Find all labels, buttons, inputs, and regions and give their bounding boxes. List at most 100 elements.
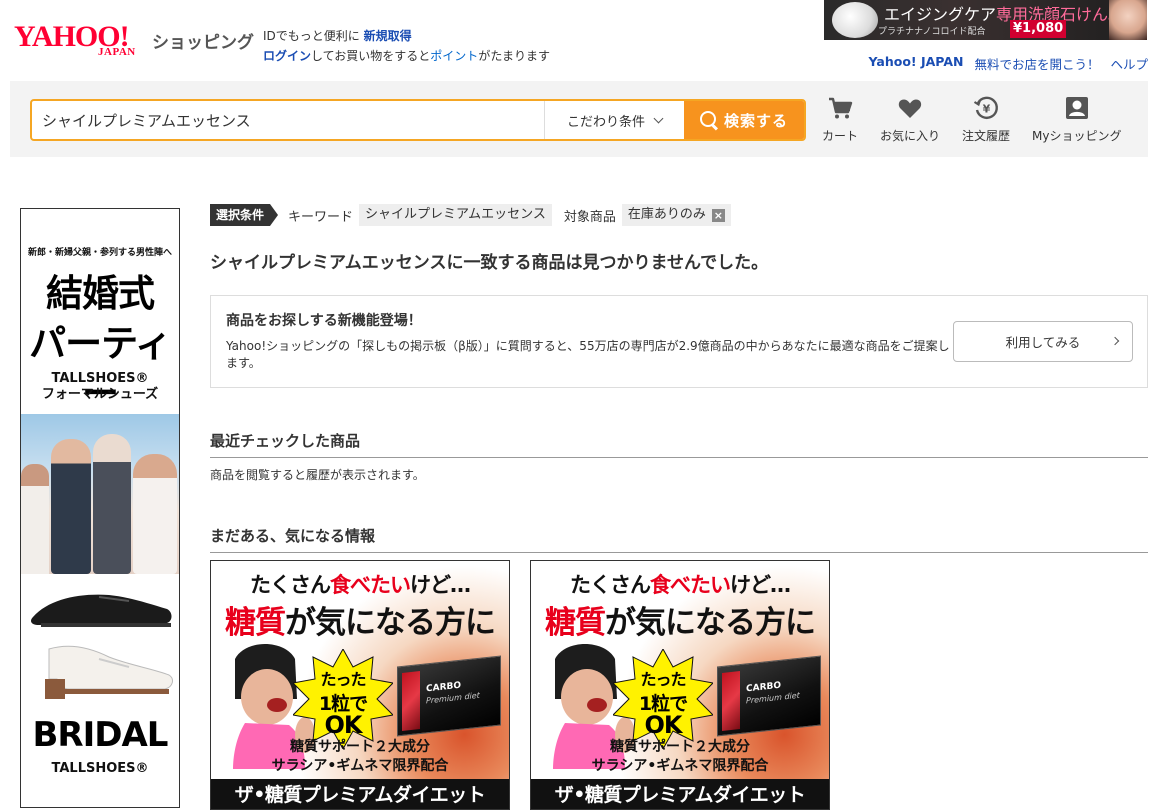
target-label: 対象商品: [563, 209, 616, 225]
logo-japan-text: JAPAN: [98, 46, 136, 58]
soap-foam-image: [832, 2, 878, 38]
side-banner-brand: TALLSHOES® フォーマルシューズ: [21, 371, 179, 403]
ad-line3-1: 糖質サポート２大成分: [610, 739, 750, 755]
nav-cart[interactable]: カート: [822, 95, 858, 144]
ad-line2: 糖質が気になる方に: [531, 597, 829, 642]
nav-order-history-label: 注文履歴: [962, 129, 1011, 143]
ad-line2: 糖質が気になる方に: [211, 597, 509, 642]
side-banner-bridal: BRIDAL: [32, 715, 169, 755]
remove-condition-icon[interactable]: ×: [711, 208, 725, 222]
ad-footer: ザ•糖質プレミアムダイエット: [211, 779, 509, 809]
nav-cart-label: カート: [822, 129, 859, 143]
recent-items-heading: 最近チェックした商品: [210, 430, 1148, 458]
header-nav: カート お気に入り ¥ 注文履歴 Myショッピング: [822, 95, 1144, 144]
conditions-tag: 選択条件: [210, 204, 279, 226]
header-info-line2: ログインしてお買い物をするとポイントがたまります: [263, 46, 550, 66]
points-link[interactable]: ポイント: [430, 49, 478, 63]
nav-order-history[interactable]: ¥ 注文履歴: [962, 95, 1010, 144]
ad-line3-1: 糖質サポート２大成分: [290, 739, 430, 755]
one-pill-burst: たった 1粒で OK: [613, 649, 713, 749]
ad-line1-c: けど…: [730, 573, 791, 597]
father-figure: [93, 434, 131, 574]
header-info: IDでもっと便利に 新規取得 ログインしてお買い物をするとポイントがたまります: [263, 26, 550, 66]
recent-items-empty-text: 商品を閲覧すると履歴が表示されます。: [210, 468, 425, 482]
one-pill-burst: たった 1粒で OK: [293, 649, 393, 749]
heart-icon: [897, 95, 923, 121]
nav-favorites-label: お気に入り: [880, 129, 941, 143]
side-banner-tallshoes: TALLSHOES®: [51, 761, 149, 776]
bride-figure: [133, 454, 177, 574]
new-feature-promo: 商品をお探しする新機能登場！ Yahoo!ショッピングの「探しもの掲示板（β版）…: [210, 295, 1148, 388]
help-link[interactable]: ヘルプ: [1110, 54, 1148, 73]
side-banner-headline-2: パーティー: [29, 322, 172, 415]
info-id-text: IDでもっと便利に: [263, 29, 360, 43]
ad-line3: 糖質サポート２大成分 サラシア•ギムネマ限界配合: [531, 738, 829, 776]
ad-line3: 糖質サポート２大成分 サラシア•ギムネマ限界配合: [211, 738, 509, 776]
diet-ad-card-2[interactable]: たくさん食べたいけど… 糖質が気になる方に たった 1粒で OK CARBO P…: [530, 560, 830, 810]
ad-line1-b: 食べたい: [650, 573, 731, 597]
side-ad-banner[interactable]: 新郎・新婦父親・参列する男性陣へ 結婚式 パーティー TALLSHOES® フォ…: [20, 208, 180, 808]
login-link[interactable]: ログイン: [263, 49, 311, 63]
search-icon: [699, 111, 718, 129]
info-middle-text: してお買い物をすると: [311, 49, 431, 63]
ad-footer: ザ•糖質プレミアムダイエット: [531, 779, 829, 809]
search-input[interactable]: [32, 101, 544, 139]
more-info-heading: まだある、気になる情報: [210, 525, 1148, 553]
burst-text-1: たった: [320, 670, 366, 689]
ad-line2-b: が気になる方に: [605, 605, 816, 641]
nav-my-shopping[interactable]: Myショッピング: [1032, 95, 1122, 144]
svg-text:¥: ¥: [983, 103, 991, 116]
top-links: Yahoo! JAPAN 無料でお店を開こう！ ヘルプ: [869, 54, 1148, 73]
side-banner-headline-1: 結婚式: [46, 272, 155, 315]
cart-icon: [827, 95, 853, 121]
ad-line2-b: が気になる方に: [285, 605, 496, 641]
side-banner-small-text: 新郎・新婦父親・参列する男性陣へ: [27, 248, 172, 258]
diet-ad-card-1[interactable]: たくさん食べたいけど… 糖質が気になる方に たった 1粒で OK CARBO P…: [210, 560, 510, 810]
keyword-value: シャイルプレミアムエッセンス: [365, 207, 546, 222]
white-shoe-image: [45, 645, 173, 699]
wedding-party-photo: [21, 414, 179, 574]
top-ad-banner[interactable]: エイジングケア専用洗顔石けん。 プラチナナノコロイド配合 ¥1,080: [824, 0, 1147, 40]
yahoo-japan-logo: YAHOO! JAPAN: [14, 22, 154, 62]
product-box-image: CARBO Premium diet: [397, 655, 501, 737]
model-face-image: [1109, 0, 1147, 40]
condition-label: こだわり条件: [566, 114, 645, 130]
search-band: こだわり条件 検索する カート お気に入り ¥ 注文履歴: [10, 81, 1148, 157]
yahoo-shopping-logo[interactable]: YAHOO! JAPAN ショッピング: [14, 22, 254, 62]
ad-line2-a: 糖質: [225, 605, 286, 641]
target-chip: 在庫ありのみ ×: [621, 204, 731, 226]
burst-text-3: OK: [644, 711, 683, 739]
nav-favorites[interactable]: お気に入り: [880, 95, 940, 144]
promo-title: 商品をお探しする新機能登場！: [226, 313, 422, 329]
keyword-label: キーワード: [288, 209, 354, 225]
search-box: こだわり条件 検索する: [30, 99, 806, 141]
header-info-line1: IDでもっと便利に 新規取得: [263, 26, 550, 46]
open-store-link[interactable]: 無料でお店を開こう！: [974, 54, 1099, 73]
side-banner-brand-1: TALLSHOES®: [51, 371, 149, 386]
order-history-icon: ¥: [973, 95, 999, 121]
ad-line1: たくさん食べたいけど…: [531, 569, 829, 599]
logo-shopping-text: ショッピング: [152, 33, 254, 53]
ad-line1-a: たくさん: [250, 573, 331, 597]
ad-line1: たくさん食べたいけど…: [211, 569, 509, 599]
yahoo-japan-link[interactable]: Yahoo! JAPAN: [869, 54, 964, 73]
top-banner-price: ¥1,080: [1010, 20, 1067, 38]
ad-line1-b: 食べたい: [330, 573, 411, 597]
product-box-stripe: [722, 671, 740, 731]
search-button[interactable]: 検索する: [684, 101, 804, 139]
search-button-label: 検索する: [723, 111, 788, 130]
product-box-stripe: [402, 671, 420, 731]
chevron-right-icon: [1110, 336, 1120, 346]
groom-figure: [51, 439, 91, 574]
ad-line1-a: たくさん: [570, 573, 651, 597]
ad-line3-2: サラシア•ギムネマ限界配合: [271, 758, 449, 774]
top-banner-sub: プラチナナノコロイド配合: [878, 27, 986, 37]
try-it-button[interactable]: 利用してみる: [953, 321, 1133, 362]
ad-line1-c: けど…: [410, 573, 471, 597]
side-banner-brand-2: フォーマルシューズ: [41, 387, 159, 402]
register-link[interactable]: 新規取得: [364, 29, 412, 43]
no-result-message: シャイルプレミアムエッセンスに一致する商品は見つかりませんでした。: [210, 253, 769, 273]
selected-conditions: 選択条件 キーワード シャイルプレミアムエッセンス 対象商品 在庫ありのみ ×: [210, 204, 731, 226]
condition-dropdown[interactable]: こだわり条件: [544, 101, 684, 139]
guest-figure: [21, 464, 49, 574]
